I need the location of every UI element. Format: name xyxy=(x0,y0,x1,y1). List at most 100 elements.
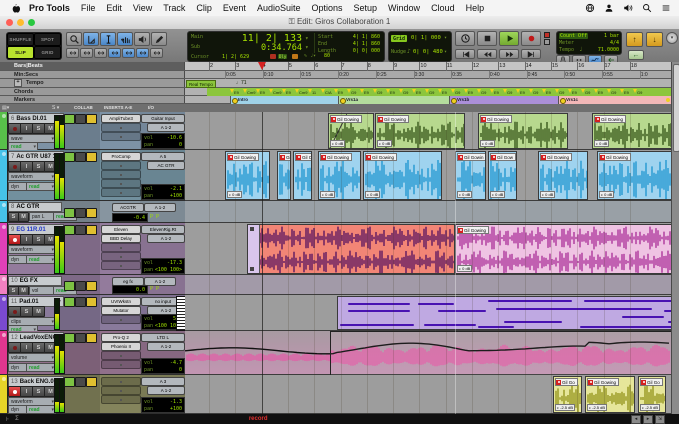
edit-selection[interactable] xyxy=(330,331,672,376)
record-mode-toggle[interactable] xyxy=(544,32,550,46)
scroll-right-button[interactable]: ▸ xyxy=(643,415,653,424)
grid-menu-icon[interactable]: ▾ xyxy=(444,35,447,41)
collab-download-button[interactable] xyxy=(75,208,86,218)
chord-label[interactable]: E9 xyxy=(234,90,239,95)
nudge-menu-icon[interactable]: ▾ xyxy=(444,49,447,55)
clip-gain-badge[interactable]: ▹ 0 dB xyxy=(377,140,392,147)
edit-mode-spot[interactable]: SPOT xyxy=(34,33,61,46)
insert-slot[interactable]: UVIWkstn xyxy=(101,297,141,306)
pencil-tool-button[interactable] xyxy=(151,32,167,46)
zoomer-tool-button[interactable] xyxy=(66,32,82,46)
insert-slot[interactable] xyxy=(101,252,141,261)
ruler-tempo[interactable]: +TempoReal Tempo♩71 xyxy=(0,79,679,88)
midi-clip[interactable] xyxy=(337,296,672,330)
edit-canvas[interactable]: Gil Gowing▹ 0 dBGil Gowing▹ 0 dBGil Gowi… xyxy=(185,112,672,414)
clip-gain-badge[interactable]: ▹ 0 dB xyxy=(320,191,335,198)
track-header-back-eng-01[interactable]: 13Back ENG.01▾ISMwaveform▾dynread▾A 3A 1… xyxy=(0,375,185,414)
tempo-event[interactable]: Real Tempo xyxy=(186,80,216,88)
track-mute-button[interactable]: M xyxy=(32,306,45,317)
track-view-selector[interactable]: volume▾ xyxy=(8,353,56,362)
track-input-selector[interactable]: ElevenRig.Rt xyxy=(141,225,185,234)
track-lane-eg-fx[interactable] xyxy=(185,275,672,295)
clip-gain-badge[interactable]: ▹ 0 dB xyxy=(540,191,555,198)
zoom-toggle-button[interactable] xyxy=(66,48,79,58)
collab-download-button[interactable] xyxy=(75,225,86,235)
chord-label[interactable]: E9 xyxy=(338,90,343,95)
chord-label[interactable]: G9 xyxy=(377,90,382,95)
track-automation-mode[interactable]: read▾ xyxy=(26,255,56,264)
midi-note[interactable] xyxy=(424,324,476,326)
insert-slot[interactable]: Mutator xyxy=(101,306,141,315)
menu-item-clip[interactable]: Clip xyxy=(196,3,212,13)
insert-slot[interactable] xyxy=(101,161,141,170)
groups-menu[interactable]: S ▾ xyxy=(52,105,59,111)
audio-clip[interactable]: Gil Gow▹ 0 dB xyxy=(488,151,517,200)
track-name[interactable]: 8AC GTR xyxy=(8,202,62,212)
marker-region[interactable]: Vrs1a xyxy=(338,96,449,104)
ruler-min-secs[interactable]: Min:Secs0:050:100:150:200:250:300:350:40… xyxy=(0,71,679,79)
start-value[interactable]: 4| 1| 860 xyxy=(340,34,380,40)
playhead-marker[interactable] xyxy=(258,62,266,70)
zoom-preset-3-button[interactable] xyxy=(136,48,149,58)
track-input-selector[interactable]: LTD L xyxy=(141,333,185,342)
track-output-selector[interactable]: A 1-2 xyxy=(147,386,185,395)
audio-clip[interactable]: Gil Gowing▹ 0 dB xyxy=(597,151,672,200)
track-lane-back-eng-01[interactable]: Gil Go▹ -2.5 dBGil Gowing▹ -2.5 dBGil Go… xyxy=(185,375,672,414)
collab-download-button[interactable] xyxy=(75,114,86,124)
collab-sync-button[interactable] xyxy=(86,225,97,235)
tempo-label[interactable]: Tempo xyxy=(559,47,574,53)
collab-upload-button[interactable] xyxy=(64,152,75,162)
user-icon[interactable] xyxy=(604,3,614,13)
track-header-eg-fx[interactable]: 10EG FXSMvolreadeg fxA 1-20.0P P xyxy=(0,275,185,295)
track-lane-eg-11r-01[interactable]: Gil Gowing▹ 0 dB xyxy=(185,223,672,275)
track-header-leadvoxeng[interactable]: 12LeadVoxENG▾ISMvolume▾dynread▾Pro-Q 2Ph… xyxy=(0,331,185,375)
track-lane-bass-di-01[interactable]: Gil Gowing▹ 0 dBGil Gowing▹ 0 dBGil Gowi… xyxy=(185,112,672,150)
collab-sync-button[interactable] xyxy=(86,333,97,343)
collab-upload-button[interactable] xyxy=(64,225,75,235)
midi-note[interactable] xyxy=(478,326,514,328)
midi-note[interactable] xyxy=(340,324,414,326)
menu-item-view[interactable]: View xyxy=(133,3,152,13)
rewind-button[interactable] xyxy=(477,49,497,59)
track-vol-display[interactable]: -0.4 xyxy=(112,213,148,222)
track-output-selector[interactable]: ACGTR xyxy=(112,203,144,212)
track-header-bass-di-01[interactable]: 6Bass DI.01▾ISMwave▾read▾AmpliTube3Guita… xyxy=(0,112,185,150)
window-title-bar[interactable]: ⚿ Edit: Giros Collaboration 1 xyxy=(0,16,679,30)
fast-forward-button[interactable] xyxy=(499,49,519,59)
track-output-selector[interactable]: A 1-2 xyxy=(147,123,185,132)
clip-gain-badge[interactable]: ▹ -2.5 dB xyxy=(587,404,607,411)
track-dyn-button[interactable]: dyn xyxy=(8,363,28,372)
track-vol-pan-display[interactable]: vol-17.3pan<100 100> xyxy=(141,258,185,274)
insert-slot[interactable]: Eleven xyxy=(101,225,141,234)
canvas-scroll-buttons[interactable]: ◂ ▸ ⇲ xyxy=(631,415,665,424)
midi-note[interactable] xyxy=(504,321,562,323)
collab-upload-button[interactable] xyxy=(64,333,75,343)
selector-tool-button[interactable] xyxy=(100,32,116,46)
midi-note[interactable] xyxy=(348,310,410,312)
insert-slot[interactable] xyxy=(101,395,141,404)
insert-slot[interactable]: AmpliTube3 xyxy=(101,114,141,123)
count-off-value[interactable]: 1 bar xyxy=(604,33,619,39)
collab-download-button[interactable] xyxy=(75,152,86,162)
menu-item-setup[interactable]: Setup xyxy=(354,3,378,13)
zoom-in-button[interactable] xyxy=(94,48,107,58)
chord-label[interactable]: Cm9 xyxy=(247,90,255,95)
chord-label[interactable]: E9 xyxy=(286,90,291,95)
stop-button[interactable] xyxy=(477,31,497,46)
tempo-value[interactable]: 71.0000 xyxy=(598,47,619,53)
track-output-selector[interactable]: A 1-2 xyxy=(144,203,176,212)
insert-slot[interactable] xyxy=(101,132,141,141)
record-button[interactable] xyxy=(521,31,541,46)
track-input-selector[interactable]: A 5 xyxy=(141,152,185,161)
chord-label[interactable]: G9 xyxy=(507,90,512,95)
nudge-label[interactable]: Nudge xyxy=(391,49,406,55)
vertical-scrollbar[interactable] xyxy=(671,62,679,414)
track-input-selector[interactable]: Guitar Input xyxy=(141,114,185,123)
midi-note[interactable] xyxy=(496,308,590,310)
collab-sync-button[interactable] xyxy=(86,114,97,124)
clip-gain-badge[interactable]: ▹ 0 dB xyxy=(227,191,242,198)
chord-label[interactable]: E9 xyxy=(468,90,473,95)
zoom-out-button[interactable] xyxy=(80,48,93,58)
chord-label[interactable]: E9 xyxy=(572,90,577,95)
menu-item-audiosuite[interactable]: AudioSuite xyxy=(257,3,301,13)
